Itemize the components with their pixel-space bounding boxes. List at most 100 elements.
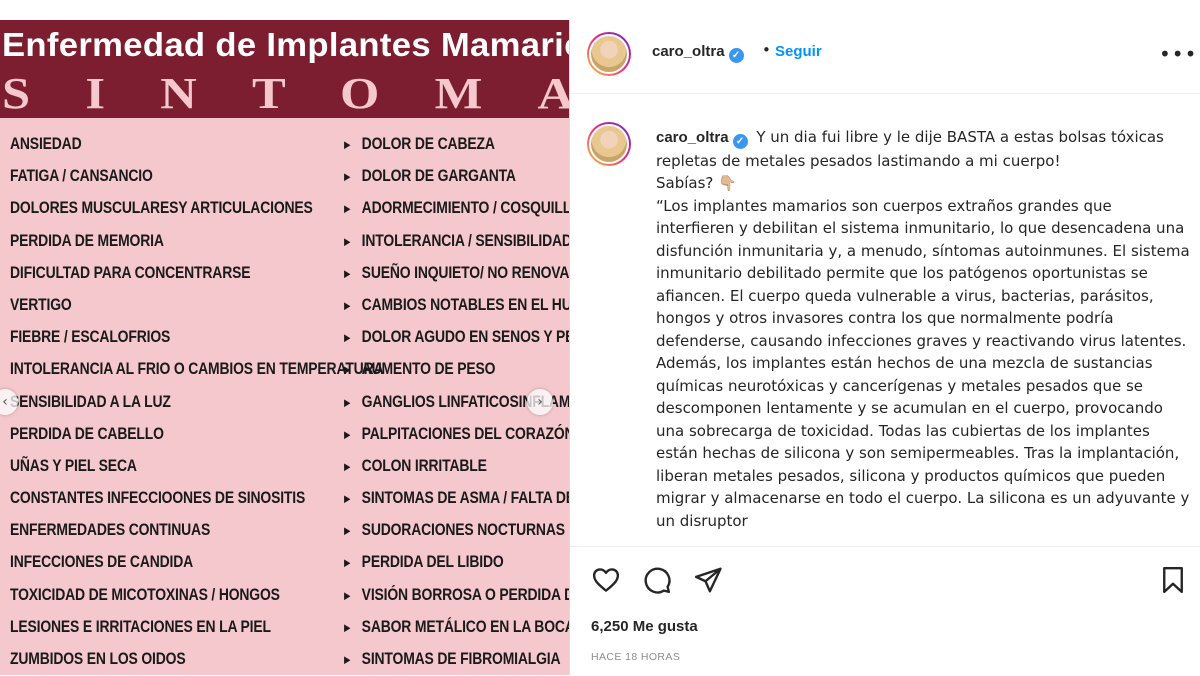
image-subtitle: SINTOMAS <box>2 69 569 118</box>
symptom-item: ► ADORMECIMIENTO / COSQUILLEO <box>342 192 569 224</box>
symptom-item: DOLORES MUSCULARESY ARTICULACIONES <box>10 192 313 224</box>
carousel-next-button[interactable]: › <box>527 389 553 415</box>
symptom-item: CONSTANTES INFECCIOONES DE SINOSITIS <box>10 482 305 514</box>
bullet-arrow-icon: ► <box>342 297 353 313</box>
bullet-arrow-icon: ► <box>342 619 353 635</box>
image-title-banner: Enfermedad de Implantes Mamarios SINTOMA… <box>0 20 569 118</box>
more-options-icon[interactable]: ••• <box>1159 42 1197 66</box>
bullet-arrow-icon: ► <box>342 652 353 667</box>
post-timestamp[interactable]: HACE 18 HORAS <box>591 651 680 663</box>
symptom-label: CAMBIOS NOTABLES EN EL HUMOR <box>361 294 569 314</box>
symptom-item: ► PALPITACIONES DEL CORAZÓN <box>342 418 569 450</box>
post-side-panel: caro_oltra ✓ • Seguir ••• caro_oltra ✓ Y u… <box>569 20 1200 675</box>
chevron-left-icon: ‹ <box>2 394 8 410</box>
symptom-label: SABOR METÁLICO EN LA BOCA <box>361 616 569 636</box>
symptom-item: ► AUMENTO DE PESO <box>342 353 539 385</box>
symptom-item: INFECCIONES DE CANDIDA <box>10 546 272 578</box>
symptom-item: VERTIGO <box>10 289 272 321</box>
symptom-label: PERDIDA DEL LIBIDO <box>361 552 504 572</box>
symptom-item: ► VISIÓN BORROSA O PERDIDA DE LA <box>342 579 569 611</box>
symptom-item: DIFICULTAD PARA CONCENTRARSE <box>10 257 272 289</box>
verified-badge-icon: ✓ <box>728 48 744 63</box>
symptom-label: INTOLERANCIA AL FRIO O CAMBIOS EN TEMPER… <box>10 359 384 379</box>
save-button[interactable] <box>1158 565 1188 595</box>
symptom-item: ► CAMBIOS NOTABLES EN EL HUMOR <box>342 289 569 321</box>
caption-area: caro_oltra ✓ Y un dia fui libre y le dije… <box>570 94 1200 546</box>
bullet-arrow-icon: ► <box>342 169 353 185</box>
symptom-label: ANSIEDAD <box>10 134 82 153</box>
follow-button[interactable]: Seguir <box>775 43 822 60</box>
bookmark-icon <box>1163 566 1183 594</box>
symptom-label: SENSIBILIDAD A LA LUZ <box>10 391 171 411</box>
like-button[interactable] <box>591 565 621 595</box>
symptom-label: VERTIGO <box>10 294 72 314</box>
symptom-label: ZUMBIDOS EN LOS OIDOS <box>10 649 186 668</box>
symptom-item: ► DOLOR DE CABEZA <box>342 128 539 160</box>
symptom-item: ► INTOLERANCIA / SENSIBILIDAD A Q <box>342 225 569 257</box>
symptom-label: PERDIDA DE CABELLO <box>10 423 164 443</box>
symptom-item: ► SINTOMAS DE ASMA / FALTA DE AI <box>342 482 569 514</box>
bullet-arrow-icon: ► <box>342 394 353 410</box>
symptom-item: ► SABOR METÁLICO EN LA BOCA <box>342 611 569 643</box>
post-image: Enfermedad de Implantes Mamarios SINTOM A… <box>0 20 569 675</box>
share-button[interactable] <box>693 565 723 595</box>
symptom-item: PERDIDA DE CABELLO <box>10 418 272 450</box>
symptom-item: ENFERMEDADES CONTINUAS <box>10 514 272 546</box>
likes-count[interactable]: 6,250 Me gusta <box>591 618 698 635</box>
bullet-arrow-icon: ► <box>342 265 353 281</box>
symptom-label: DOLOR AGUDO EN SENOS Y PECHO <box>361 327 569 347</box>
symptom-item: ► SINTOMAS DE FIBROMIALGIA <box>342 643 561 675</box>
symptom-item: ANSIEDAD <box>10 128 272 160</box>
bullet-arrow-icon: ► <box>342 426 353 442</box>
avatar[interactable] <box>587 32 631 76</box>
actions-bar: 6,250 Me gusta HACE 18 HORAS <box>570 546 1200 676</box>
caption-paragraph-2: Sabías? 👇🏼 <box>656 174 737 192</box>
symptom-item: TOXICIDAD DE MICOTOXINAS / HONGOS <box>10 579 280 611</box>
symptom-label: DOLOR DE CABEZA <box>361 134 495 153</box>
symptom-label: INTOLERANCIA / SENSIBILIDAD A Q <box>361 230 569 250</box>
symptom-item: ► SUEÑO INQUIETO/ NO RENOVADO <box>342 257 569 289</box>
symptom-label: FATIGA / CANSANCIO <box>10 166 153 186</box>
symptom-label: FIEBRE / ESCALOFRIOS <box>10 327 171 347</box>
symptom-label: SUDORACIONES NOCTURNAS <box>361 520 565 540</box>
symptom-item: UÑAS Y PIEL SECA <box>10 450 272 482</box>
symptom-label: DOLORES MUSCULARESY ARTICULACIONES <box>10 198 313 218</box>
caption-paragraph-3: “Los implantes mamarios son cuerpos extr… <box>656 196 1190 530</box>
symptom-label: DIFICULTAD PARA CONCENTRARSE <box>10 262 251 282</box>
caption: caro_oltra ✓ Y un dia fui libre y le dije… <box>656 126 1191 532</box>
symptoms-left-column: ANSIEDAD FATIGA / CANSANCIO DOLORES MUSCUL… <box>10 128 384 675</box>
bullet-arrow-icon: ► <box>342 458 353 474</box>
symptom-item: ► PERDIDA DEL LIBIDO <box>342 546 539 578</box>
send-icon <box>694 567 722 593</box>
bullet-arrow-icon: ► <box>342 555 353 571</box>
symptom-item: ► DOLOR AGUDO EN SENOS Y PECHO <box>342 321 569 353</box>
symptom-label: AUMENTO DE PESO <box>361 359 496 379</box>
caption-username[interactable]: caro_oltra ✓ <box>656 129 748 149</box>
caption-paragraph-1: caro_oltra ✓ Y un dia fui libre y le dije… <box>656 128 1164 170</box>
symptom-label: SUEÑO INQUIETO/ NO RENOVADO <box>361 262 569 282</box>
bullet-arrow-icon: ► <box>342 523 353 539</box>
symptom-item: ► SUDORACIONES NOCTURNAS <box>342 514 565 546</box>
symptom-item: SENSIBILIDAD A LA LUZ <box>10 386 272 418</box>
verified-badge-icon: ✓ <box>732 134 748 149</box>
bullet-arrow-icon: ► <box>342 233 353 249</box>
heart-icon <box>592 568 620 592</box>
bullet-arrow-icon: ► <box>342 362 353 378</box>
bullet-arrow-icon: ► <box>342 587 353 603</box>
comment-button[interactable] <box>642 565 672 595</box>
symptom-item: ZUMBIDOS EN LOS OIDOS <box>10 643 272 675</box>
symptom-label: TOXICIDAD DE MICOTOXINAS / HONGOS <box>10 584 280 604</box>
symptom-label: ENFERMEDADES CONTINUAS <box>10 520 211 540</box>
symptom-label: LESIONES E IRRITACIONES EN LA PIEL <box>10 616 271 636</box>
bullet-arrow-icon: ► <box>342 201 353 217</box>
bullet-arrow-icon: ► <box>342 491 353 507</box>
symptom-label: SINTOMAS DE FIBROMIALGIA <box>361 649 561 668</box>
symptom-item: INTOLERANCIA AL FRIO O CAMBIOS EN TEMPER… <box>10 353 384 385</box>
symptom-label: CONSTANTES INFECCIOONES DE SINOSITIS <box>10 488 306 508</box>
chevron-right-icon: › <box>537 394 543 410</box>
symptom-label: VISIÓN BORROSA O PERDIDA DE LA <box>361 584 569 604</box>
symptom-label: PALPITACIONES DEL CORAZÓN <box>361 423 569 443</box>
header-username[interactable]: caro_oltra ✓ <box>652 43 744 63</box>
symptom-item: ► COLON IRRITABLE <box>342 450 539 482</box>
caption-avatar[interactable] <box>587 122 631 166</box>
